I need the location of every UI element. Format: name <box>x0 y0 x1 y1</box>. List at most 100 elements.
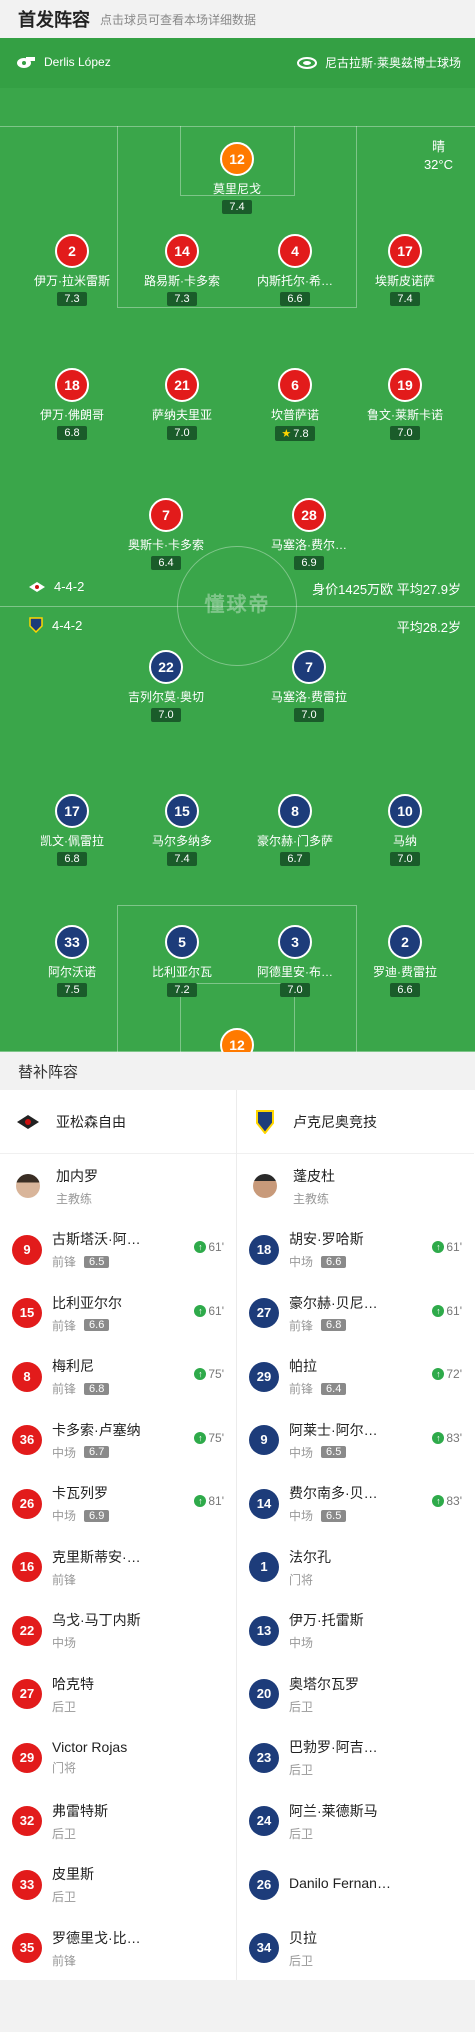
bench-player-number: 33 <box>12 1869 42 1900</box>
bench-player-row[interactable]: 14 费尔南多·贝… 中场 6.5 ↑ 83' <box>237 1472 474 1536</box>
away-player[interactable]: 33 阿尔沃诺 7.5 <box>12 925 132 998</box>
home-player[interactable]: 28 马塞洛·费尔… 6.9 <box>249 498 369 571</box>
bench-player-position: 门将 <box>289 1572 314 1587</box>
bench-player-position: 前锋 <box>52 1572 77 1587</box>
player-number: 28 <box>292 498 326 532</box>
pitch: Derlis López 尼古拉斯·莱奥兹博士球场 晴 32°C 懂球帝 4-4… <box>0 38 475 1052</box>
bench-player-row[interactable]: 24 阿兰·莱德斯马 后卫 <box>237 1790 474 1854</box>
bench-player-row[interactable]: 36 卡多索·卢塞纳 中场 6.7 ↑ 75' <box>0 1409 236 1473</box>
bench-player-row[interactable]: 13 伊万·托雷斯 中场 <box>237 1599 474 1663</box>
bench-player-number: 27 <box>12 1679 42 1710</box>
away-bench-column: 卢克尼奥竞技 蓬皮杜 主教练 18 胡安·罗哈斯 中场 6.6 ↑ 61' 27 豪尔赫·贝尼… <box>237 1090 474 1980</box>
bench-player-row[interactable]: 16 克里斯蒂安·… 前锋 <box>0 1536 236 1600</box>
bench-player-position: 中场 <box>52 1445 77 1460</box>
bench-player-rating: 6.5 <box>321 1509 347 1522</box>
player-name: 马尔多纳多 <box>151 834 212 848</box>
away-player[interactable]: 7 马塞洛·费雷拉 7.0 <box>249 650 369 723</box>
away-player[interactable]: 17 凯文·佩雷拉 6.8 <box>12 794 132 867</box>
player-number: 6 <box>278 368 312 402</box>
sub-on-icon: ↑ <box>194 1304 207 1317</box>
bench-player-number: 36 <box>12 1425 42 1456</box>
bench-player-rating: 6.7 <box>84 1446 110 1459</box>
bench-player-row[interactable]: 23 巴勃罗·阿吉… 后卫 <box>237 1726 474 1790</box>
home-player[interactable]: 17 埃斯皮诺萨 7.4 <box>345 234 465 307</box>
bench-player-name: 巴勃罗·阿吉… <box>289 1739 378 1756</box>
bench-player-row[interactable]: 27 豪尔赫·贝尼… 前锋 6.8 ↑ 61' <box>237 1282 474 1346</box>
bench-player-number: 35 <box>12 1933 42 1964</box>
bench-player-row[interactable]: 9 阿莱士·阿尔… 中场 6.5 ↑ 83' <box>237 1409 474 1473</box>
away-player[interactable]: 8 豪尔赫·门多萨 6.7 <box>235 794 355 867</box>
bench-player-row[interactable]: 34 贝拉 后卫 <box>237 1917 474 1981</box>
sub-on-badge: ↑ 72' <box>432 1367 462 1381</box>
player-rating: 7.0 <box>151 708 181 722</box>
home-player[interactable]: 21 萨纳夫里亚 7.0 <box>122 368 242 441</box>
home-player[interactable]: 14 路易斯·卡多索 7.3 <box>122 234 242 307</box>
player-number: 10 <box>388 794 422 828</box>
sub-on-badge: ↑ 83' <box>432 1431 462 1445</box>
bench-player-number: 26 <box>12 1488 42 1519</box>
player-rating: 7.4 <box>390 292 420 306</box>
sub-on-icon: ↑ <box>194 1368 207 1380</box>
bench-player-row[interactable]: 8 梅利尼 前锋 6.8 ↑ 75' <box>0 1345 236 1409</box>
home-player[interactable]: 6 坎普萨诺 7.8 <box>235 368 355 442</box>
bench-player-meta: 后卫 <box>52 1888 94 1905</box>
away-player[interactable]: 2 罗迪·费雷拉 6.6 <box>345 925 465 998</box>
bench-player-row[interactable]: 9 古斯塔沃·阿… 前锋 6.5 ↑ 61' <box>0 1218 236 1282</box>
bench-player-row[interactable]: 33 皮里斯 后卫 <box>0 1853 236 1917</box>
bench-player-position: 中场 <box>52 1509 77 1524</box>
bench-player-meta: 后卫 <box>289 1825 378 1842</box>
home-player[interactable]: 7 奥斯卡·卡多索 6.4 <box>106 498 226 571</box>
bench-player-row[interactable]: 20 奥塔尔瓦罗 后卫 <box>237 1663 474 1727</box>
weather-condition: 晴 <box>431 139 445 154</box>
player-name: 埃斯皮诺萨 <box>374 274 435 288</box>
sub-on-icon: ↑ <box>432 1241 445 1253</box>
bench-player-row[interactable]: 18 胡安·罗哈斯 中场 6.6 ↑ 61' <box>237 1218 474 1282</box>
bench-player-position: 中场 <box>289 1509 314 1524</box>
player-number: 2 <box>388 925 422 959</box>
home-player[interactable]: 2 伊万·拉米雷斯 7.3 <box>12 234 132 307</box>
sub-on-minute: 61' <box>446 1303 462 1318</box>
home-player[interactable]: 18 伊万·佛朗哥 6.8 <box>12 368 132 441</box>
bench-player-row[interactable]: 29 Victor Rojas 门将 <box>0 1726 236 1790</box>
away-player[interactable]: 12阿尔弗雷多·…7.4 <box>177 1028 297 1052</box>
player-name: 凯文·佩雷拉 <box>40 834 104 848</box>
bench-player-row[interactable]: 29 帕拉 前锋 6.4 ↑ 72' <box>237 1345 474 1409</box>
away-player[interactable]: 5 比利亚尔瓦 7.2 <box>122 925 242 998</box>
away-formation: 4-4-2 <box>52 617 83 633</box>
away-player[interactable]: 10 马纳 7.0 <box>345 794 465 867</box>
bench-player-name: 古斯塔沃·阿… <box>52 1231 141 1248</box>
bench-player-row[interactable]: 26 卡瓦列罗 中场 6.9 ↑ 81' <box>0 1472 236 1536</box>
player-rating: 6.8 <box>57 426 87 440</box>
home-player[interactable]: 12 莫里尼戈 7.4 <box>177 142 297 215</box>
away-player[interactable]: 22 吉列尔莫·奥切 7.0 <box>106 650 226 723</box>
home-player[interactable]: 4 内斯托尔·希… 6.6 <box>235 234 355 307</box>
away-player[interactable]: 15 马尔多纳多 7.4 <box>122 794 242 867</box>
away-coach-row[interactable]: 蓬皮杜 主教练 <box>237 1154 474 1218</box>
player-rating: 6.7 <box>280 852 310 866</box>
bench-player-row[interactable]: 26 Danilo Fernan… <box>237 1853 474 1917</box>
bench-player-row[interactable]: 15 比利亚尔尔 前锋 6.6 ↑ 61' <box>0 1282 236 1346</box>
home-player[interactable]: 19 鲁文·莱斯卡诺 7.0 <box>345 368 465 441</box>
home-team-logo-icon <box>29 581 45 592</box>
away-team-row[interactable]: 卢克尼奥竞技 <box>237 1090 474 1154</box>
home-team-row[interactable]: 亚松森自由 <box>0 1090 236 1154</box>
bench-player-row[interactable]: 1 法尔孔 门将 <box>237 1536 474 1600</box>
player-number: 8 <box>278 794 312 828</box>
bench-player-name: 费尔南多·贝… <box>289 1485 378 1502</box>
bench-player-meta: 中场 6.6 <box>289 1253 364 1270</box>
sub-on-minute: 61' <box>446 1240 462 1254</box>
away-player[interactable]: 3 阿德里安·布… 7.0 <box>235 925 355 998</box>
bench-player-row[interactable]: 32 弗雷特斯 后卫 <box>0 1790 236 1854</box>
player-number: 19 <box>388 368 422 402</box>
bench-player-number: 29 <box>12 1742 42 1773</box>
bench-player-row[interactable]: 27 哈克特 后卫 <box>0 1663 236 1727</box>
player-rating: 6.9 <box>294 556 324 570</box>
player-rating: 7.3 <box>57 292 87 306</box>
bench-player-number: 27 <box>249 1298 279 1329</box>
bench-player-rating: 6.6 <box>321 1255 347 1268</box>
bench-player-row[interactable]: 35 罗德里戈·比… 前锋 <box>0 1917 236 1981</box>
bench-player-meta: 门将 <box>52 1759 127 1776</box>
bench-player-name: 哈克特 <box>52 1675 94 1692</box>
home-coach-row[interactable]: 加内罗 主教练 <box>0 1154 236 1218</box>
bench-player-row[interactable]: 22 乌戈·马丁内斯 中场 <box>0 1599 236 1663</box>
